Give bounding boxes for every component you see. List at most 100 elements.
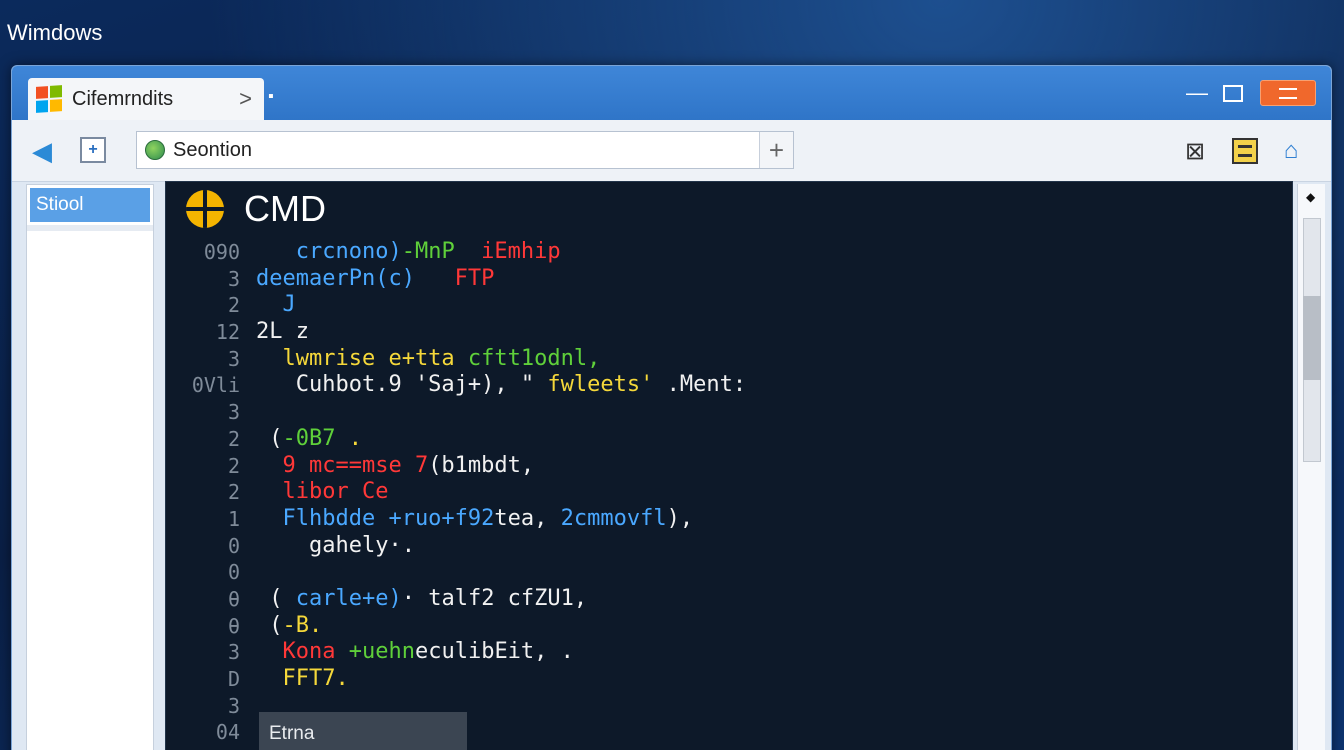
- line-number: D: [227, 667, 240, 691]
- back-arrow-icon[interactable]: ◀: [32, 136, 52, 167]
- chevron-right-icon[interactable]: >: [239, 86, 252, 112]
- new-tab-icon[interactable]: ▪: [268, 88, 274, 106]
- line-number-gutter: 090 3 2 12 3 0Vli 3 2 2 2 1 0 0 θ θ 3 D 3 04: [186, 239, 246, 746]
- line-number: 2: [227, 293, 240, 318]
- line-number: 2: [227, 453, 240, 478]
- console-title: CMD: [244, 188, 326, 229]
- console-line: lwmrise e+tta cftt1odnl,: [256, 346, 1266, 373]
- sidebar-item-label: Stiool: [36, 194, 84, 215]
- scroll-thumb[interactable]: [1303, 296, 1321, 380]
- sidebar: Stiool: [26, 184, 154, 750]
- console-line: 2L z: [256, 319, 1266, 346]
- minimize-button[interactable]: —: [1184, 80, 1210, 106]
- vertical-scrollbar[interactable]: ◆: [1297, 184, 1325, 750]
- console-token: fwleets': [547, 372, 654, 398]
- line-number: 12: [215, 320, 240, 345]
- console-header: CMD: [186, 188, 326, 230]
- console-line: crcnono)-MnP iEmhip: [256, 239, 1266, 266]
- line-number: θ: [227, 586, 240, 611]
- globe-icon: [145, 140, 165, 160]
- line-number: 3: [227, 346, 240, 371]
- plus-icon[interactable]: +: [759, 132, 793, 168]
- console-line: Kona +uehneculibEit, .: [256, 639, 1266, 666]
- maximize-icon: [1223, 84, 1243, 102]
- line-number: 1: [227, 506, 240, 531]
- console-token: 2cmmovfl: [547, 505, 667, 531]
- console-line: deemaerPn(c) FTP: [256, 266, 1266, 293]
- console-token: .: [547, 639, 574, 665]
- line-number: 0Vli: [191, 373, 240, 398]
- console-line: Cuhbot.9 'Saj+), " fwleets' .Ment:: [256, 372, 1266, 399]
- code-area[interactable]: crcnono)-MnP iEmhip deemaerPn(c) FTP J 2L …: [256, 239, 1266, 693]
- console-token: · talf2 cfZU1,: [401, 585, 588, 611]
- line-number: 3: [227, 266, 240, 291]
- calendar-icon[interactable]: [1232, 138, 1258, 164]
- tab-label: Cifemrndits: [72, 87, 174, 110]
- console-token: +uehn: [335, 639, 415, 665]
- maximize-button[interactable]: [1218, 80, 1248, 106]
- line-number: 3: [227, 400, 240, 425]
- console-token: crcnono): [256, 239, 402, 264]
- console-token: ),: [666, 505, 694, 531]
- line-number: 2: [227, 480, 240, 505]
- console-line: FFT7.: [256, 666, 1266, 693]
- bottom-input-box[interactable]: Etrna: [259, 712, 467, 750]
- line-number: 3: [227, 640, 240, 665]
- console-token: .: [335, 425, 362, 451]
- console-token: cftt1odnl,: [467, 345, 601, 371]
- console-token: Kona: [256, 639, 336, 665]
- line-number: θ: [227, 613, 240, 638]
- console-token: FFT7.: [256, 666, 349, 691]
- close-button[interactable]: [1260, 80, 1316, 106]
- console-line: (-0B7 .: [256, 426, 1266, 453]
- console-token: 2L z: [256, 319, 309, 345]
- console-token: lwmrise e+tta: [256, 345, 468, 371]
- line-number: 2: [227, 426, 240, 451]
- sidebar-item-stiool[interactable]: Stiool: [30, 188, 150, 222]
- line-number: 0: [227, 533, 240, 558]
- console-token: .Ment:: [653, 372, 747, 398]
- tab-cifemrndits[interactable]: Cifemrndits >: [28, 78, 264, 120]
- console-line: 9 mc==mse 7(b1mbdt,: [256, 453, 1266, 480]
- console-line: (-B.: [256, 613, 1266, 640]
- page-icon[interactable]: +: [80, 137, 106, 163]
- toolbar: ◀ + Seontion + ⊠ ⌂: [12, 120, 1331, 182]
- close-x-icon[interactable]: ⊠: [1182, 138, 1208, 165]
- console-line: gahely·.: [256, 533, 1266, 560]
- console-token: J: [256, 292, 296, 318]
- line-number: 04: [215, 720, 240, 745]
- sidebar-divider: [27, 225, 153, 231]
- console-token: (b1mbdt,: [428, 452, 535, 478]
- console-token: tea,: [494, 505, 548, 531]
- console-token: gahely·.: [256, 532, 415, 558]
- console-token: deemaerPn(c): [256, 265, 429, 291]
- console-token: eculibEit,: [414, 639, 548, 665]
- console-token: (: [256, 585, 283, 611]
- console-line: ( carle+e)· talf2 cfZU1,: [256, 586, 1266, 613]
- console-token: (: [256, 425, 283, 451]
- console-token: -0B7: [282, 425, 336, 451]
- console-token: 9 mc==mse 7: [256, 452, 429, 478]
- console-line: libor Ce: [256, 479, 1266, 506]
- line-number: 3: [227, 693, 240, 718]
- console-token: iEmhip: [454, 239, 561, 264]
- title-bar: Cifemrndits > ▪ —: [12, 66, 1331, 120]
- scroll-up-icon[interactable]: ◆: [1306, 190, 1315, 204]
- console-token: FTP: [428, 265, 495, 291]
- close-icon: [1279, 87, 1297, 99]
- console-token: -MnP: [401, 239, 455, 264]
- home-icon[interactable]: ⌂: [1278, 137, 1304, 164]
- console-token: (: [256, 612, 283, 638]
- cmd-logo-icon: [186, 190, 224, 228]
- console-line: Flhbdde +ruo+f92tea, 2cmmovfl),: [256, 506, 1266, 533]
- console-token: libor Ce: [256, 479, 389, 505]
- console-token: Flhbdde +ruo+f92: [256, 505, 495, 531]
- address-bar[interactable]: Seontion +: [136, 131, 794, 169]
- console-token: carle+e): [282, 585, 402, 611]
- console-line: J: [256, 292, 1266, 319]
- console-panel[interactable]: CMD 090 3 2 12 3 0Vli 3 2 2 2 1 0 0 θ θ 3 D 3 04 crcnono)-…: [165, 181, 1293, 750]
- console-token: Cuhbot.9 'Saj+), ": [256, 372, 548, 398]
- line-number: 090: [203, 240, 240, 264]
